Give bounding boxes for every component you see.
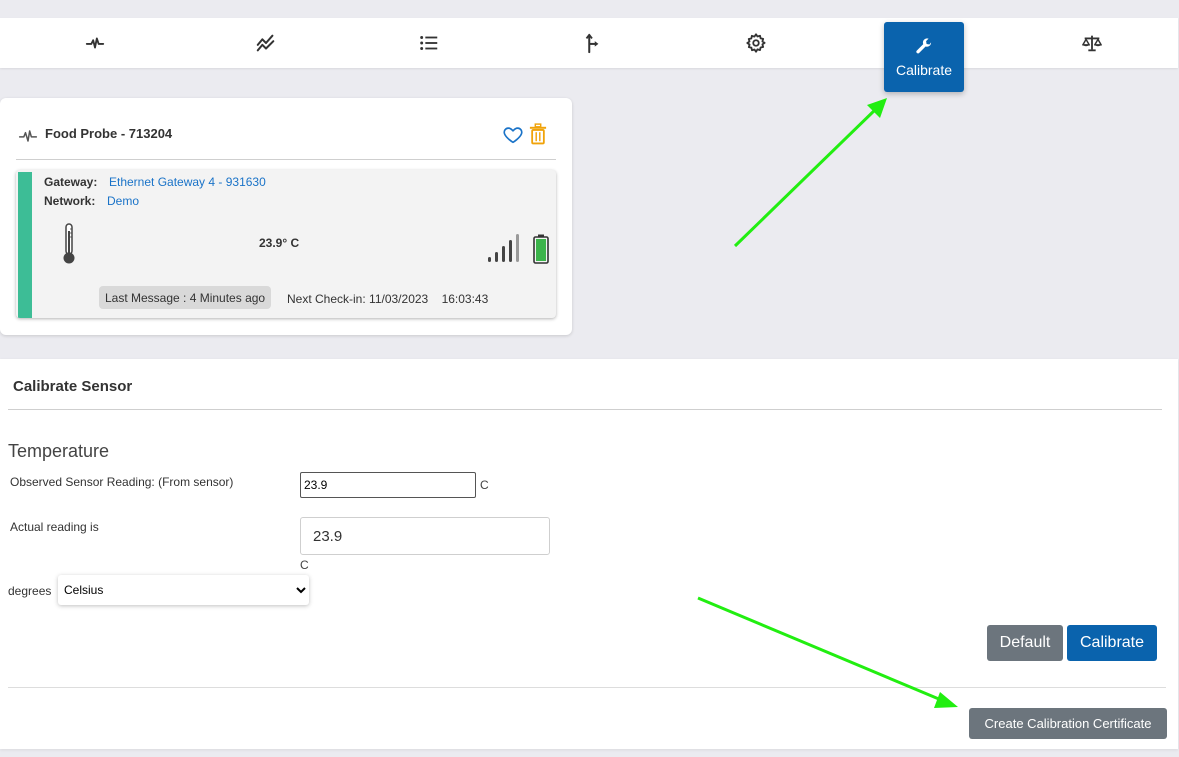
gateway-label: Gateway: (44, 175, 98, 189)
trash-icon[interactable] (529, 123, 547, 145)
thermometer-icon (63, 223, 75, 264)
network-label: Network: (44, 194, 96, 208)
signal-bars-icon (488, 234, 519, 262)
temperature-reading: 23.9° C (259, 236, 300, 250)
sensor-title[interactable]: Food Probe - 713204 (45, 126, 172, 141)
default-button[interactable]: Default (987, 625, 1063, 661)
next-checkin: Next Check-in: 11/03/2023 16:03:43 (287, 292, 488, 306)
split-arrow-icon (585, 33, 599, 54)
nav-calibrate[interactable]: Calibrate (884, 22, 964, 92)
calibrate-button[interactable]: Calibrate (1067, 625, 1157, 661)
section-title: Temperature (8, 441, 110, 461)
panel-divider (8, 409, 1162, 410)
top-nav-bar (0, 18, 1178, 68)
actual-reading-input[interactable] (300, 517, 550, 555)
annotation-arrowhead-calibrate-tab (867, 98, 887, 118)
gateway-link[interactable]: Ethernet Gateway 4 - 931630 (109, 175, 266, 189)
activity-pulse-icon (18, 130, 38, 142)
annotation-arrow-calibrate-tab (733, 105, 880, 248)
create-certificate-button[interactable]: Create Calibration Certificate (969, 708, 1167, 739)
nav-routing[interactable] (552, 18, 632, 68)
gear-icon (746, 33, 766, 53)
observed-reading-input[interactable] (300, 472, 476, 498)
degrees-label: degrees (8, 584, 52, 598)
list-icon (420, 36, 438, 50)
nav-calibrate-label: Calibrate (895, 61, 953, 78)
degrees-select[interactable]: Celsius (58, 575, 309, 605)
next-checkin-time: 16:03:43 (441, 292, 489, 306)
battery-icon (533, 234, 549, 264)
status-indicator (18, 172, 32, 318)
panel-footer-divider (8, 687, 1166, 688)
network-link[interactable]: Demo (107, 194, 139, 208)
balance-scale-icon (1082, 35, 1102, 52)
calibrate-panel (0, 359, 1178, 749)
activity-pulse-icon (85, 37, 105, 49)
next-checkin-date: 11/03/2023 (369, 292, 429, 306)
nav-settings[interactable] (716, 18, 796, 68)
actual-unit: C (300, 558, 309, 572)
chart-line-icon (256, 34, 275, 52)
observed-label: Observed Sensor Reading: (From sensor) (10, 475, 234, 489)
nav-activity[interactable] (55, 18, 135, 68)
card-divider (16, 159, 556, 160)
next-checkin-label: Next Check-in: (287, 292, 366, 306)
heart-icon[interactable] (502, 124, 524, 146)
panel-title: Calibrate Sensor (13, 378, 133, 395)
nav-compare[interactable] (1052, 18, 1132, 68)
observed-unit: C (480, 478, 489, 492)
actual-label: Actual reading is (10, 520, 99, 534)
wrench-icon (916, 37, 932, 53)
last-message-badge: Last Message : 4 Minutes ago (99, 286, 272, 309)
nav-trends[interactable] (226, 18, 306, 68)
nav-list[interactable] (389, 18, 469, 68)
